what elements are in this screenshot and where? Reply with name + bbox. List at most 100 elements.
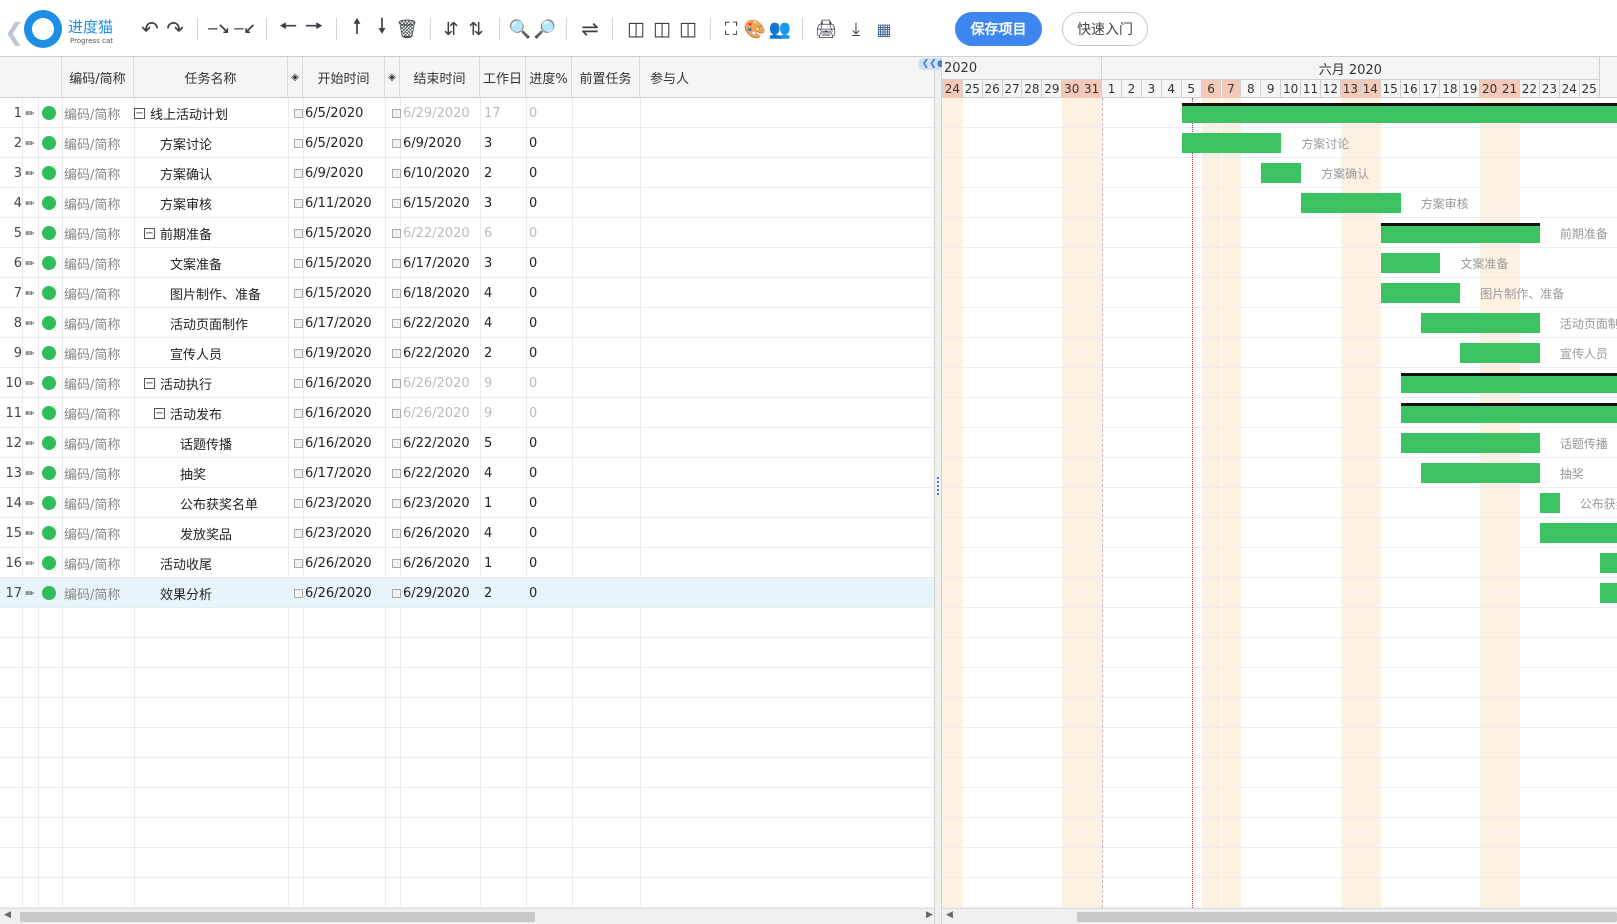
end-constraint-checkbox[interactable] bbox=[390, 278, 402, 308]
task-progress[interactable]: 0 bbox=[529, 548, 569, 578]
task-progress[interactable]: 0 bbox=[529, 308, 569, 338]
task-code[interactable]: 编码/简称 bbox=[64, 398, 134, 428]
task-progress[interactable]: 0 bbox=[529, 458, 569, 488]
task-progress[interactable]: 0 bbox=[529, 248, 569, 278]
task-end[interactable]: 6/22/2020 bbox=[403, 428, 479, 458]
task-end[interactable]: 6/22/2020 bbox=[403, 458, 479, 488]
task-bar[interactable] bbox=[1539, 523, 1617, 543]
table-row[interactable]: 8 ✏ 编码/简称 活动页面制作 6/17/2020 6/22/2020 4 0 bbox=[0, 308, 940, 338]
grid-scroll-thumb[interactable] bbox=[20, 912, 535, 922]
header-code[interactable]: 编码/简称 bbox=[62, 57, 134, 98]
fullscreen-icon[interactable]: ⛶ bbox=[720, 16, 742, 42]
start-constraint-checkbox[interactable] bbox=[292, 488, 304, 518]
start-constraint-checkbox[interactable] bbox=[292, 248, 304, 278]
task-code[interactable]: 编码/简称 bbox=[64, 98, 134, 128]
end-constraint-checkbox[interactable] bbox=[390, 338, 402, 368]
layout-right-icon[interactable]: ◫ bbox=[676, 16, 700, 42]
task-duration[interactable]: 1 bbox=[484, 488, 524, 518]
task-name-cell[interactable]: 方案确认 bbox=[160, 158, 312, 188]
task-name-cell[interactable]: 效果分析 bbox=[160, 578, 312, 608]
task-start[interactable]: 6/16/2020 bbox=[305, 368, 385, 398]
scroll-left-icon[interactable]: ◀ bbox=[4, 910, 11, 920]
end-constraint-checkbox[interactable] bbox=[390, 488, 402, 518]
edit-pencil-icon[interactable]: ✏ bbox=[24, 188, 36, 218]
task-start[interactable]: 6/16/2020 bbox=[305, 428, 385, 458]
task-start[interactable]: 6/16/2020 bbox=[305, 398, 385, 428]
zoom-out-icon[interactable]: 🔍 bbox=[509, 16, 531, 42]
task-duration[interactable]: 2 bbox=[484, 338, 524, 368]
task-end[interactable]: 6/23/2020 bbox=[403, 488, 479, 518]
task-duration[interactable]: 3 bbox=[484, 128, 524, 158]
back-arrow-icon[interactable]: ❮ bbox=[4, 18, 24, 46]
start-constraint-checkbox[interactable] bbox=[292, 338, 304, 368]
task-code[interactable]: 编码/简称 bbox=[64, 308, 134, 338]
task-bar[interactable] bbox=[1420, 463, 1540, 483]
collapse-icon[interactable]: ⇅ bbox=[465, 16, 487, 42]
task-name-cell[interactable]: − 活动执行 bbox=[144, 368, 296, 398]
end-constraint-checkbox[interactable] bbox=[390, 428, 402, 458]
header-start[interactable]: 开始时间 bbox=[303, 57, 385, 98]
collapse-toggle-icon[interactable]: − bbox=[144, 377, 155, 389]
task-bar[interactable] bbox=[1539, 493, 1560, 513]
task-end[interactable]: 6/26/2020 bbox=[403, 368, 479, 398]
task-end[interactable]: 6/18/2020 bbox=[403, 278, 479, 308]
task-start[interactable]: 6/23/2020 bbox=[305, 518, 385, 548]
task-start[interactable]: 6/15/2020 bbox=[305, 218, 385, 248]
task-bar[interactable] bbox=[1599, 553, 1617, 573]
task-end[interactable]: 6/17/2020 bbox=[403, 248, 479, 278]
task-start[interactable]: 6/26/2020 bbox=[305, 548, 385, 578]
task-progress[interactable]: 0 bbox=[529, 428, 569, 458]
task-code[interactable]: 编码/简称 bbox=[64, 338, 134, 368]
task-bar[interactable] bbox=[1181, 133, 1282, 153]
end-constraint-checkbox[interactable] bbox=[390, 188, 402, 218]
end-constraint-checkbox[interactable] bbox=[390, 128, 402, 158]
task-duration[interactable]: 4 bbox=[484, 278, 524, 308]
arrow-up-icon[interactable]: 🠕 bbox=[346, 14, 368, 42]
task-start[interactable]: 6/17/2020 bbox=[305, 308, 385, 338]
table-row[interactable]: 15 ✏ 编码/简称 发放奖品 6/23/2020 6/26/2020 4 0 bbox=[0, 518, 940, 548]
grid-horizontal-scrollbar[interactable]: ◀ ▶ bbox=[0, 908, 940, 924]
header-duration[interactable]: 工作日 bbox=[480, 57, 526, 98]
table-row[interactable]: 3 ✏ 编码/简称 方案确认 6/9/2020 6/10/2020 2 0 bbox=[0, 158, 940, 188]
start-constraint-checkbox[interactable] bbox=[292, 128, 304, 158]
task-end[interactable]: 6/26/2020 bbox=[403, 398, 479, 428]
task-bar[interactable] bbox=[1380, 283, 1461, 303]
end-constraint-checkbox[interactable] bbox=[390, 578, 402, 608]
table-row[interactable]: 9 ✏ 编码/简称 宣传人员 6/19/2020 6/22/2020 2 0 bbox=[0, 338, 940, 368]
end-constraint-checkbox[interactable] bbox=[390, 218, 402, 248]
layout-both-icon[interactable]: ◫ bbox=[650, 16, 674, 42]
task-code[interactable]: 编码/简称 bbox=[64, 518, 134, 548]
task-bar[interactable] bbox=[1460, 343, 1540, 363]
edit-pencil-icon[interactable]: ✏ bbox=[24, 428, 36, 458]
task-start[interactable]: 6/15/2020 bbox=[305, 278, 385, 308]
undo-icon[interactable]: ↶ bbox=[138, 16, 162, 42]
task-progress[interactable]: 0 bbox=[529, 158, 569, 188]
end-constraint-icon[interactable]: ◈ bbox=[385, 57, 400, 98]
edit-pencil-icon[interactable]: ✏ bbox=[24, 128, 36, 158]
task-code[interactable]: 编码/简称 bbox=[64, 578, 134, 608]
task-bar[interactable] bbox=[1420, 313, 1540, 333]
task-duration[interactable]: 2 bbox=[484, 578, 524, 608]
arrow-right-icon[interactable]: 🠖 bbox=[302, 14, 326, 42]
table-row[interactable]: 16 ✏ 编码/简称 活动收尾 6/26/2020 6/26/2020 1 0 bbox=[0, 548, 940, 578]
start-constraint-checkbox[interactable] bbox=[292, 578, 304, 608]
task-progress[interactable]: 0 bbox=[529, 218, 569, 248]
task-progress[interactable]: 0 bbox=[529, 338, 569, 368]
task-start[interactable]: 6/17/2020 bbox=[305, 458, 385, 488]
edit-pencil-icon[interactable]: ✏ bbox=[24, 398, 36, 428]
header-resources[interactable]: 参与人 bbox=[640, 57, 940, 98]
task-name-cell[interactable]: 方案审核 bbox=[160, 188, 312, 218]
summary-task-bar[interactable] bbox=[1400, 403, 1617, 423]
end-constraint-checkbox[interactable] bbox=[390, 248, 402, 278]
header-end[interactable]: 结束时间 bbox=[400, 57, 480, 98]
end-constraint-checkbox[interactable] bbox=[390, 398, 402, 428]
table-row[interactable]: 1 ✏ 编码/简称 − 线上活动计划 6/5/2020 6/29/2020 17 0 bbox=[0, 98, 940, 128]
task-bar[interactable] bbox=[1599, 583, 1617, 603]
task-code[interactable]: 编码/简称 bbox=[64, 248, 134, 278]
task-start[interactable]: 6/19/2020 bbox=[305, 338, 385, 368]
edit-pencil-icon[interactable]: ✏ bbox=[24, 368, 36, 398]
task-name-cell[interactable]: − 活动发布 bbox=[154, 398, 306, 428]
start-constraint-checkbox[interactable] bbox=[292, 188, 304, 218]
task-progress[interactable]: 0 bbox=[529, 518, 569, 548]
edit-pencil-icon[interactable]: ✏ bbox=[24, 218, 36, 248]
